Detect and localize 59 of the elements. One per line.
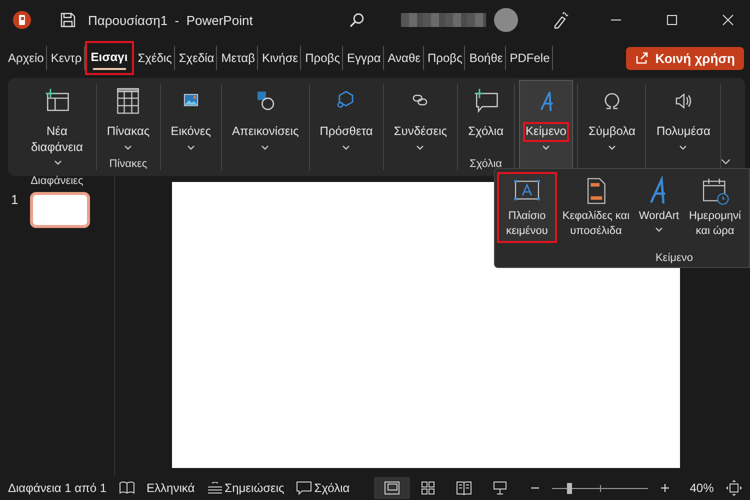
avatar-placeholder[interactable] bbox=[494, 8, 518, 32]
menu-item[interactable]: Ημερομηνί και ώρα bbox=[683, 172, 747, 243]
ribbon-tab[interactable]: Σχέδις bbox=[134, 45, 175, 71]
language-button[interactable]: Ελληνικά bbox=[146, 481, 195, 495]
comments-button[interactable]: Σχόλια bbox=[296, 481, 350, 495]
group-label: Πίνακες bbox=[109, 158, 148, 170]
normal-view-icon bbox=[384, 481, 400, 495]
ribbon-button[interactable]: Πρόσθετα bbox=[314, 84, 379, 170]
ribbon-tab[interactable]: PDFele bbox=[506, 45, 553, 71]
save-icon[interactable] bbox=[60, 12, 76, 28]
ribbon-button[interactable]: Συνδέσεις bbox=[388, 84, 454, 170]
collapse-ribbon-icon[interactable] bbox=[721, 158, 731, 166]
ribbon-tab[interactable]: Αναθε bbox=[384, 45, 424, 71]
ribbon-tab[interactable]: Βοήθε bbox=[465, 45, 506, 71]
slideshow-icon bbox=[492, 481, 508, 495]
ribbon-tab[interactable]: Κινήσε bbox=[258, 45, 302, 71]
zoom-level[interactable]: 40% bbox=[690, 481, 714, 495]
ribbon-button[interactable]: Σχόλια bbox=[462, 84, 510, 158]
ribbon-tab[interactable]: Κεντρ bbox=[46, 45, 85, 71]
close-icon bbox=[722, 14, 734, 26]
app-logo-icon bbox=[12, 10, 32, 30]
maximize-icon bbox=[666, 14, 678, 26]
letter-a-icon bbox=[538, 90, 554, 112]
fit-slide-icon[interactable] bbox=[726, 480, 742, 496]
ribbon-tab[interactable]: Σχεδία bbox=[174, 45, 218, 71]
ribbon-tab[interactable]: Αρχείο bbox=[4, 45, 47, 71]
ribbon-button[interactable]: Πίνακας bbox=[100, 84, 156, 158]
ribbon-tab[interactable]: Μεταβ bbox=[217, 45, 258, 71]
share-icon bbox=[635, 51, 650, 65]
ribbon-button[interactable]: Νέα διαφάνεια bbox=[22, 84, 92, 175]
ribbon-button[interactable]: Σύμβολα bbox=[582, 84, 642, 170]
menu-item[interactable]: WordArt bbox=[635, 172, 683, 243]
ribbon-tab[interactable]: Προβς bbox=[424, 45, 466, 71]
group-label: Διαφάνειες bbox=[30, 174, 84, 187]
group-label: Σχόλια bbox=[470, 158, 502, 170]
ribbon-tab[interactable]: Προβς bbox=[301, 45, 343, 71]
minimize-icon bbox=[610, 19, 622, 21]
notes-icon bbox=[206, 482, 223, 494]
reading-view-icon bbox=[456, 481, 472, 495]
pen-icon[interactable] bbox=[552, 11, 570, 29]
view-button[interactable] bbox=[374, 477, 410, 499]
ribbon-tab[interactable]: Εισαγι bbox=[84, 41, 134, 75]
zoom-in-icon[interactable] bbox=[660, 483, 670, 493]
comment-icon bbox=[296, 481, 312, 495]
ribbon-tab[interactable]: Εγγρα bbox=[342, 45, 384, 71]
slide-count: Διαφάνεια 1 από 1 bbox=[8, 481, 107, 495]
notes-button[interactable]: Σημειώσεις bbox=[206, 481, 284, 495]
ribbon-button[interactable]: Εικόνες bbox=[164, 84, 218, 170]
ribbon-button[interactable]: Πολυμέσα bbox=[650, 84, 716, 170]
group-label: Κείμενο bbox=[655, 252, 693, 264]
ribbon-button[interactable]: Απεικονίσεις bbox=[226, 84, 305, 170]
search-icon[interactable] bbox=[349, 12, 365, 28]
calendar-clock-icon bbox=[700, 176, 730, 206]
slide-number: 1 bbox=[11, 192, 18, 209]
share-button[interactable]: Κοινή χρήση bbox=[626, 46, 744, 70]
menu-item[interactable]: Πλαίσιο κειμένου bbox=[497, 172, 557, 243]
slide-sorter-icon bbox=[420, 481, 436, 495]
window-title: Παρουσίαση1 - PowerPoint bbox=[88, 12, 253, 28]
slide-thumbnail[interactable] bbox=[30, 192, 90, 228]
